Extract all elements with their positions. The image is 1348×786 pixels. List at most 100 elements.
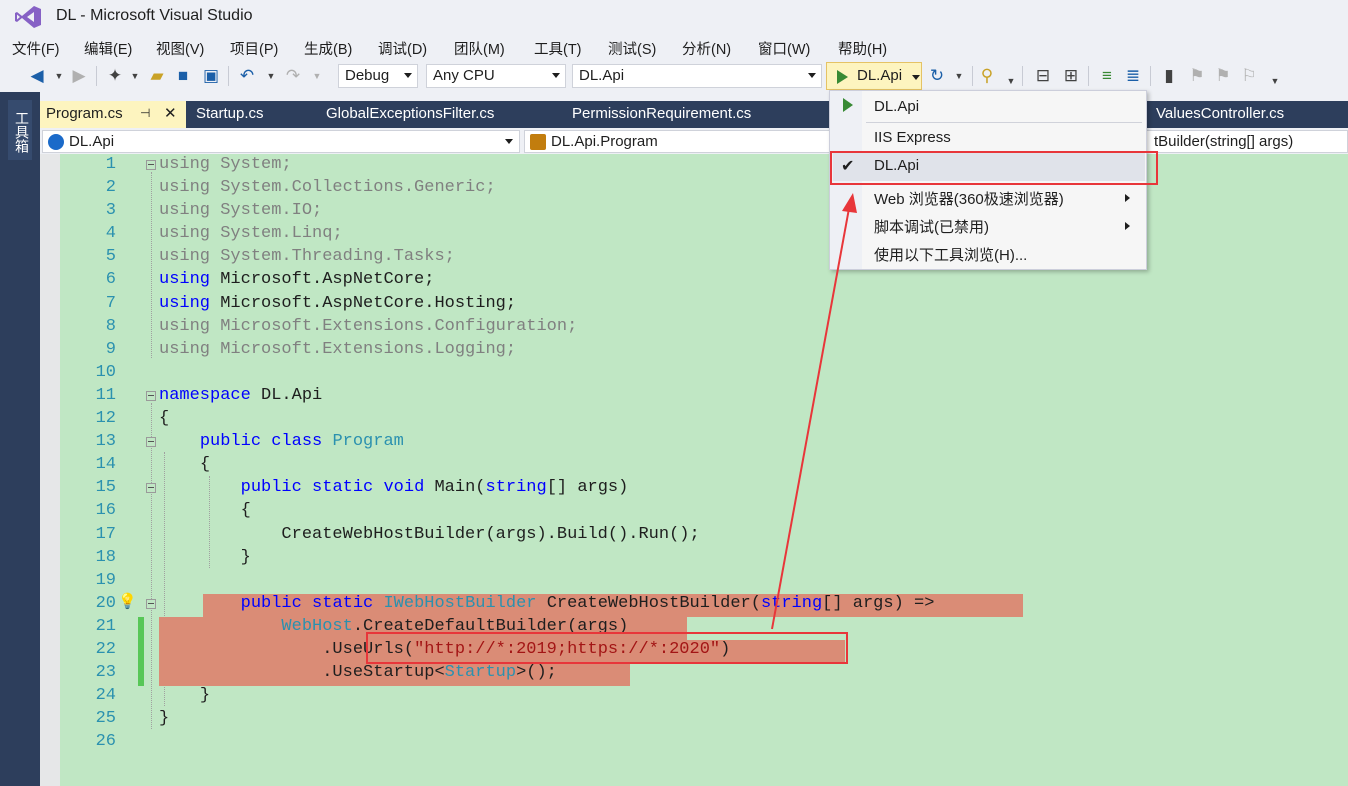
- project-nav-combo[interactable]: DL.Api: [42, 130, 520, 153]
- outline-guide: [151, 172, 152, 358]
- undo-dropdown-icon[interactable]: ▼: [260, 65, 282, 87]
- uncomment-icon[interactable]: ⊞: [1060, 65, 1082, 87]
- line-number: 20: [95, 594, 116, 613]
- line-number: 6: [105, 270, 116, 289]
- open-file-icon[interactable]: ▰: [146, 65, 168, 87]
- menu-window[interactable]: 窗口(W): [758, 38, 810, 59]
- line-number: 11: [95, 386, 116, 405]
- new-project-icon[interactable]: ✦: [104, 65, 126, 87]
- tab-permissionrequirement-cs[interactable]: PermissionRequirement.cs: [566, 101, 757, 128]
- collapse-method-icon[interactable]: [146, 599, 156, 609]
- line-number: 13: [95, 432, 116, 451]
- menu-debug[interactable]: 调试(D): [378, 38, 427, 59]
- back-dropdown-icon[interactable]: ▼: [48, 65, 70, 87]
- line-number: 19: [95, 571, 116, 590]
- submenu-arrow-icon: [1125, 222, 1130, 230]
- code-line: }: [240, 548, 251, 567]
- lightbulb-icon[interactable]: 💡: [118, 592, 137, 610]
- line-number: 16: [95, 501, 116, 520]
- line-number: 7: [105, 294, 116, 313]
- dropdown-item-web-browser[interactable]: Web 浏览器(360极速浏览器): [874, 188, 1064, 209]
- close-icon[interactable]: ✕: [164, 104, 177, 122]
- tab-valuescontroller-cs[interactable]: ValuesController.cs: [1150, 101, 1290, 128]
- pin-icon[interactable]: ⊣: [140, 106, 150, 120]
- collapse-usings-icon[interactable]: [146, 160, 156, 170]
- tab-program-cs[interactable]: Program.cs ⊣ ✕: [40, 101, 186, 128]
- line-number: 3: [105, 201, 116, 220]
- tab-startup-cs[interactable]: Startup.cs: [190, 101, 270, 128]
- toolbox-tab[interactable]: 工具箱: [8, 100, 32, 160]
- member-nav-combo[interactable]: tBuilder(string[] args): [1144, 130, 1348, 153]
- solution-platform-combo[interactable]: Any CPU: [426, 64, 566, 88]
- type-nav-combo[interactable]: DL.Api.Program: [524, 130, 834, 153]
- annotation-box-useurls: [366, 632, 848, 664]
- run-dropdown-icon[interactable]: [912, 75, 920, 80]
- globe-icon: [48, 134, 64, 150]
- code-line: using System.Collections.Generic;: [159, 178, 496, 197]
- menu-view[interactable]: 视图(V): [156, 38, 204, 59]
- refresh-icon[interactable]: ↻: [926, 65, 948, 87]
- line-number: 26: [95, 732, 116, 751]
- dropdown-item-run-dl-api[interactable]: DL.Api: [874, 98, 919, 115]
- find-in-files-icon[interactable]: ⚲: [976, 65, 998, 87]
- line-number: 12: [95, 409, 116, 428]
- quick-info-icon[interactable]: ≣: [1122, 65, 1144, 87]
- next-bookmark-icon[interactable]: ⚑: [1212, 65, 1234, 87]
- undo-icon[interactable]: ↶: [236, 65, 258, 87]
- menu-file[interactable]: 文件(F): [12, 38, 60, 59]
- annotation-arrow: [771, 193, 857, 630]
- toolbar-separator: [96, 66, 97, 86]
- dropdown-item-iis-express[interactable]: IIS Express: [874, 129, 951, 146]
- code-line: CreateWebHostBuilder(args).Build().Run()…: [281, 525, 700, 544]
- line-number: 5: [105, 247, 116, 266]
- annotation-box-dl-api: [830, 151, 1158, 185]
- menu-team[interactable]: 团队(M): [454, 38, 505, 59]
- code-line: {: [159, 409, 170, 428]
- play-icon: [837, 70, 848, 84]
- save-all-icon[interactable]: ▣: [200, 65, 222, 87]
- play-icon: [843, 98, 853, 112]
- toolbar-separator: [1022, 66, 1023, 86]
- forward-icon[interactable]: ▶: [68, 65, 90, 87]
- collapse-class-icon[interactable]: [146, 437, 156, 447]
- menu-test[interactable]: 测试(S): [608, 38, 656, 59]
- line-number: 9: [105, 340, 116, 359]
- comment-icon[interactable]: ⊟: [1032, 65, 1054, 87]
- submenu-arrow-icon: [1125, 194, 1130, 202]
- collapse-main-icon[interactable]: [146, 483, 156, 493]
- toolbar-separator: [1150, 66, 1151, 86]
- bookmark-icon[interactable]: ▮: [1158, 65, 1180, 87]
- menu-tools[interactable]: 工具(T): [534, 38, 582, 59]
- tab-label: Program.cs: [46, 105, 123, 122]
- code-line: }: [199, 686, 211, 705]
- nav-type-value: DL.Api.Program: [551, 133, 658, 150]
- indent-icon[interactable]: ≡: [1096, 65, 1118, 87]
- menu-help[interactable]: 帮助(H): [838, 38, 887, 59]
- redo-dropdown-icon[interactable]: ▼: [306, 65, 328, 87]
- menu-project[interactable]: 项目(P): [230, 38, 278, 59]
- line-number: 4: [105, 224, 116, 243]
- menu-edit[interactable]: 编辑(E): [84, 38, 132, 59]
- code-line: public class Program: [199, 432, 404, 451]
- back-icon[interactable]: ◀: [26, 65, 48, 87]
- prev-bookmark-icon[interactable]: ⚑: [1186, 65, 1208, 87]
- dropdown-item-script-debugging[interactable]: 脚本调试(已禁用): [874, 216, 989, 237]
- refresh-dropdown-icon[interactable]: ▼: [948, 65, 970, 87]
- toolbar-separator: [228, 66, 229, 86]
- save-icon[interactable]: ■: [172, 65, 194, 87]
- redo-icon[interactable]: ↷: [282, 65, 304, 87]
- start-debugging-button[interactable]: DL.Api: [826, 62, 922, 90]
- menu-build[interactable]: 生成(B): [304, 38, 352, 59]
- toolbar-overflow-icon[interactable]: ▼: [1264, 70, 1286, 92]
- solution-configuration-combo[interactable]: Debug: [338, 64, 418, 88]
- startup-project-combo[interactable]: DL.Api: [572, 64, 822, 88]
- clear-bookmarks-icon[interactable]: ⚐: [1238, 65, 1260, 87]
- tab-globalexceptionsfilter-cs[interactable]: GlobalExceptionsFilter.cs: [320, 101, 500, 128]
- collapse-namespace-icon[interactable]: [146, 391, 156, 401]
- new-dropdown-icon[interactable]: ▼: [124, 65, 146, 87]
- line-number: 2: [105, 178, 116, 197]
- dropdown-item-browse-with[interactable]: 使用以下工具浏览(H)...: [874, 244, 1027, 265]
- menu-analyze[interactable]: 分析(N): [682, 38, 731, 59]
- toolbar-overflow-icon[interactable]: ▼: [1000, 70, 1022, 92]
- code-line: using System;: [159, 155, 292, 174]
